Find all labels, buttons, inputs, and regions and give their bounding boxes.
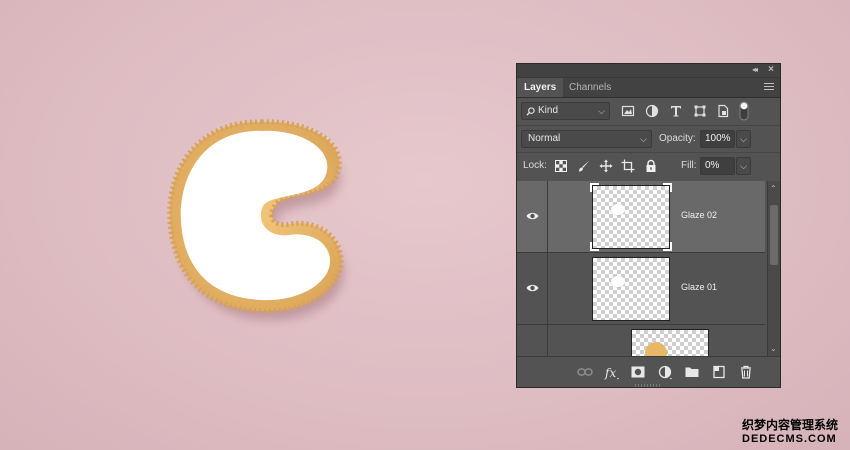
layer-row-glaze-02[interactable]: Glaze 02: [517, 181, 765, 253]
tab-channels[interactable]: Channels: [562, 78, 618, 97]
glaze-shape-preview: [611, 204, 625, 215]
add-mask-icon[interactable]: [630, 364, 646, 380]
glaze-shape-preview: [611, 276, 625, 287]
lock-transparency-icon[interactable]: [554, 159, 568, 173]
blend-mode-value: Normal: [528, 133, 561, 144]
filter-kind-label: Kind: [538, 105, 559, 116]
tab-layers[interactable]: Layers: [517, 78, 564, 97]
lock-pixels-brush-icon[interactable]: [577, 159, 591, 173]
link-layers-icon[interactable]: [577, 364, 593, 380]
search-icon: [526, 107, 535, 116]
blend-mode-select[interactable]: Normal ⌵: [521, 130, 652, 148]
layers-list: Glaze 02 Glaze 01: [517, 181, 780, 356]
delete-layer-icon[interactable]: [738, 364, 754, 380]
lock-position-move-icon[interactable]: [599, 159, 613, 173]
shape-filter-icon[interactable]: [693, 104, 707, 118]
lock-row: Lock: Fill: 0% ⌵: [517, 154, 780, 178]
lock-artboard-crop-icon[interactable]: [621, 159, 635, 173]
panel-menu-icon[interactable]: [764, 83, 774, 92]
close-icon[interactable]: ×: [768, 64, 774, 75]
adjustment-layer-icon[interactable]: [657, 364, 673, 380]
eye-icon[interactable]: [526, 211, 539, 221]
fx-icon[interactable]: fx: [604, 364, 620, 380]
panel-tabbar: Layers Channels: [517, 78, 780, 98]
filter-row: Kind ⌵: [517, 99, 780, 123]
adjustment-filter-icon[interactable]: [645, 104, 659, 118]
layer-name[interactable]: Glaze 02: [681, 210, 717, 220]
new-group-icon[interactable]: [684, 364, 700, 380]
layer-row-cookie[interactable]: [517, 325, 765, 356]
layers-panel: ◂◂ × Layers Channels Kind ⌵ Normal ⌵ Opa…: [516, 63, 781, 388]
type-filter-icon[interactable]: [669, 104, 683, 118]
eye-icon[interactable]: [526, 283, 539, 293]
layer-thumbnail[interactable]: [592, 185, 670, 249]
glaze-shape: [180, 130, 331, 301]
layers-bottom-toolbar: fx: [517, 356, 780, 387]
collapse-icon[interactable]: ◂◂: [752, 65, 758, 74]
watermark-cn: 织梦内容管理系统: [742, 418, 839, 432]
visibility-toggle[interactable]: [517, 181, 548, 252]
layers-scrollbar[interactable]: ⌃ ⌄: [767, 181, 780, 356]
fill-label: Fill:: [681, 160, 697, 171]
filter-toggle-icon[interactable]: [739, 101, 749, 121]
opacity-dropdown-button[interactable]: ⌵: [736, 130, 751, 148]
watermark-en: DEDECMS.COM: [742, 433, 837, 445]
chevron-down-icon: ⌵: [598, 106, 605, 116]
divider: [517, 152, 780, 153]
lock-all-icon[interactable]: [644, 159, 658, 173]
layer-thumbnail[interactable]: [592, 257, 670, 321]
resize-grip[interactable]: [635, 384, 661, 387]
scroll-down-icon[interactable]: ⌄: [770, 344, 777, 353]
visibility-toggle[interactable]: [517, 253, 548, 324]
blend-row: Normal ⌵ Opacity: 100% ⌵: [517, 127, 780, 151]
scroll-thumb[interactable]: [770, 205, 778, 265]
chevron-down-icon: ⌵: [640, 134, 647, 144]
layer-row-glaze-01[interactable]: Glaze 01: [517, 253, 765, 325]
panel-title-bar[interactable]: ◂◂ ×: [517, 64, 780, 78]
opacity-label: Opacity:: [659, 133, 696, 144]
scroll-up-icon[interactable]: ⌃: [770, 184, 777, 193]
lock-label: Lock:: [523, 160, 547, 171]
layer-name[interactable]: Glaze 01: [681, 282, 717, 292]
fill-field[interactable]: 0%: [700, 157, 735, 175]
svg-text:fx: fx: [604, 366, 616, 380]
visibility-toggle[interactable]: [517, 325, 548, 356]
divider: [517, 125, 780, 126]
filter-kind-select[interactable]: Kind ⌵: [521, 102, 610, 120]
new-layer-icon[interactable]: [711, 364, 727, 380]
fill-dropdown-button[interactable]: ⌵: [736, 157, 751, 175]
smart-object-filter-icon[interactable]: [716, 104, 730, 118]
opacity-field[interactable]: 100%: [700, 130, 735, 148]
watermark: 织梦内容管理系统 DEDECMS.COM: [742, 416, 838, 445]
pixel-filter-icon[interactable]: [621, 104, 635, 118]
layer-thumbnail[interactable]: [631, 329, 709, 356]
cookie-shape-preview: [645, 342, 667, 356]
